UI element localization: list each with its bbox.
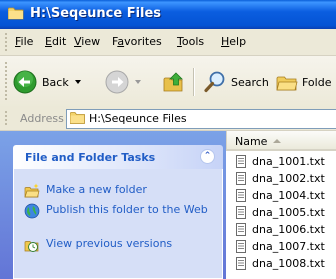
previous-versions-icon <box>24 241 39 252</box>
address-value: H:\Seqeunce Files <box>89 112 187 125</box>
text-file-icon <box>236 189 246 202</box>
file-name: dna_1006.txt <box>252 223 325 236</box>
toolbar: Back Search Folde <box>0 56 336 109</box>
menu-grip[interactable] <box>5 33 7 51</box>
file-item[interactable]: dna_1007.txt <box>236 238 325 255</box>
file-name: dna_1008.txt <box>252 257 325 270</box>
publish-web-icon <box>24 203 40 219</box>
sort-ascending-icon <box>273 139 281 143</box>
forward-button[interactable] <box>105 66 141 98</box>
text-file-icon <box>236 240 246 253</box>
toolbar-separator <box>193 68 195 96</box>
tasks-pane: File and Folder Tasks ⌃ Make a new folde… <box>0 131 226 279</box>
text-file-icon <box>236 223 246 236</box>
task-label: View previous versions <box>46 237 173 250</box>
address-label: Address <box>20 112 64 125</box>
file-name: dna_1002.txt <box>252 172 325 185</box>
address-input[interactable]: H:\Seqeunce Files <box>66 109 336 129</box>
file-item[interactable]: dna_1004.txt <box>236 187 325 204</box>
back-arrow-icon <box>13 70 37 94</box>
task-label: Publish this folder to the Web <box>46 203 208 216</box>
folder-icon <box>70 112 85 124</box>
search-button[interactable]: Search <box>203 66 269 98</box>
text-file-icon <box>236 206 246 219</box>
folder-icon <box>8 7 24 20</box>
back-label: Back <box>42 75 69 89</box>
back-button[interactable]: Back <box>13 66 81 98</box>
file-name: dna_1004.txt <box>252 189 325 202</box>
menu-help[interactable]: Help <box>221 35 246 48</box>
forward-dropdown-icon[interactable] <box>135 80 141 84</box>
file-item[interactable]: dna_1006.txt <box>236 221 325 238</box>
file-item[interactable]: dna_1001.txt <box>236 153 325 170</box>
title-bar[interactable]: H:\Seqeunce Files <box>0 0 336 29</box>
name-column-header[interactable]: Name <box>226 131 336 151</box>
explorer-window: H:\Seqeunce Files File Edit View Favorit… <box>0 0 336 279</box>
folders-icon <box>276 76 298 91</box>
menu-tools[interactable]: Tools <box>177 35 204 48</box>
search-label: Search <box>231 75 269 89</box>
menu-favorites[interactable]: Favorites <box>112 35 162 48</box>
task-publish-web[interactable]: Publish this folder to the Web <box>24 203 209 219</box>
back-dropdown-icon[interactable] <box>74 80 81 84</box>
menu-bar: File Edit View Favorites Tools Help <box>0 29 336 56</box>
task-label: Make a new folder <box>46 183 147 196</box>
task-panel-header[interactable]: File and Folder Tasks ⌃ <box>13 145 223 169</box>
collapse-chevron-icon[interactable]: ⌃ <box>200 149 215 164</box>
content-area: File and Folder Tasks ⌃ Make a new folde… <box>0 131 336 279</box>
menu-edit[interactable]: Edit <box>45 35 66 48</box>
menu-view[interactable]: View <box>74 35 100 48</box>
file-item[interactable]: dna_1002.txt <box>236 170 325 187</box>
text-file-icon <box>236 172 246 185</box>
up-folder-icon <box>163 72 183 92</box>
address-bar: Address H:\Seqeunce Files <box>0 108 336 131</box>
file-item[interactable]: dna_1008.txt <box>236 255 325 272</box>
task-panel-body: Make a new folder Publish this folder to… <box>13 169 223 279</box>
file-list-pane: Name dna_1001.txt dna_1002.txt dna_1004.… <box>226 131 336 279</box>
toolbar-grip[interactable] <box>5 62 7 102</box>
up-folder-button[interactable] <box>162 66 186 98</box>
file-folder-tasks-panel: File and Folder Tasks ⌃ Make a new folde… <box>13 145 223 279</box>
file-item[interactable]: dna_1005.txt <box>236 204 325 221</box>
menu-file[interactable]: File <box>15 35 33 48</box>
folders-label: Folde <box>302 75 332 89</box>
file-name: dna_1001.txt <box>252 155 325 168</box>
forward-arrow-icon <box>105 70 129 94</box>
folders-button[interactable]: Folde <box>275 66 331 98</box>
search-icon <box>204 71 225 93</box>
new-folder-icon <box>24 183 40 198</box>
address-grip[interactable] <box>5 111 7 127</box>
task-make-new-folder[interactable]: Make a new folder <box>24 183 147 199</box>
name-column-label: Name <box>235 135 268 148</box>
file-name: dna_1007.txt <box>252 240 325 253</box>
window-title: H:\Seqeunce Files <box>30 6 162 21</box>
text-file-icon <box>236 257 246 270</box>
text-file-icon <box>236 155 246 168</box>
task-view-previous-versions[interactable]: View previous versions <box>24 237 172 253</box>
task-panel-title: File and Folder Tasks <box>25 151 156 164</box>
file-name: dna_1005.txt <box>252 206 325 219</box>
